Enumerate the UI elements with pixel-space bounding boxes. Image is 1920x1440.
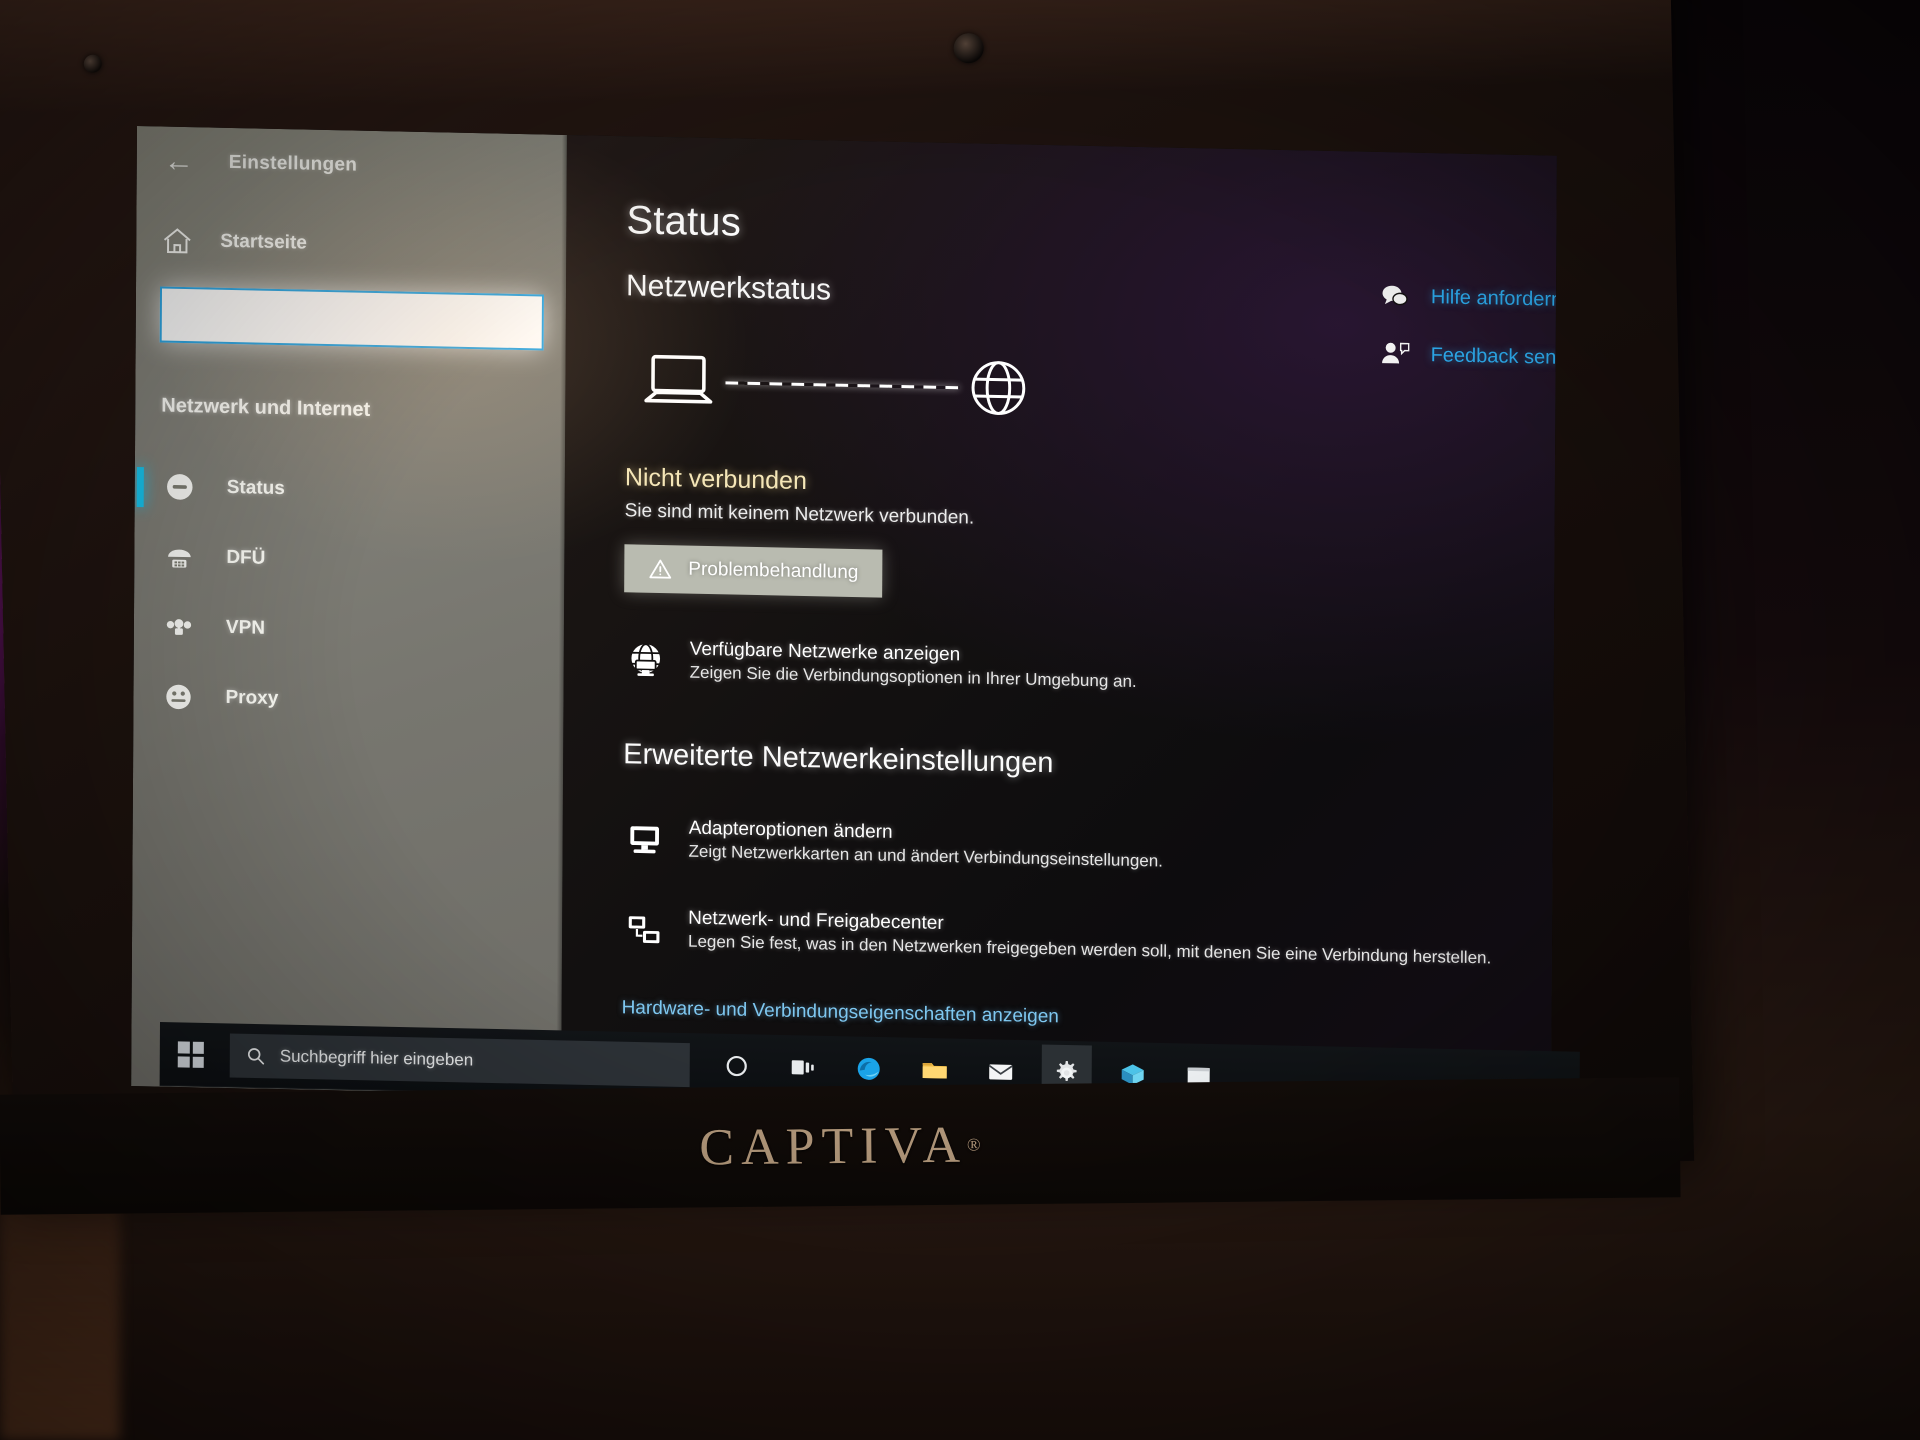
sidebar-item-home[interactable]: Startseite (136, 212, 566, 277)
change-adapter-options-row[interactable]: Adapteroptionen ändern Zeigt Netzwerkkar… (623, 815, 1553, 880)
network-sharing-center-row[interactable]: Netzwerk- und Freigabecenter Legen Sie f… (622, 905, 1552, 970)
dashed-line (725, 380, 960, 389)
sharing-icon (622, 907, 666, 952)
network-sharing-center-desc: Legen Sie fest, was in den Netzwerken fr… (687, 931, 1492, 968)
sidebar-item-vpn-label: VPN (225, 616, 266, 639)
laptop-screen: ← Einstellungen Startseite Netzwerk und … (131, 126, 1557, 1116)
network-diagram (639, 350, 1029, 420)
vpn-icon (162, 610, 196, 645)
sidebar-item-proxy-label: Proxy (225, 686, 279, 710)
sidebar-header: ← Einstellungen (137, 132, 567, 199)
hardware-properties-link[interactable]: Hardware- und Verbindungseigenschaften a… (622, 997, 1552, 1039)
change-adapter-options-title: Adapteroptionen ändern (688, 817, 893, 843)
get-help-label: Hilfe anfordern (1430, 285, 1557, 311)
monitor-icon (623, 817, 667, 862)
globe-icon (967, 356, 1029, 419)
show-available-networks-row[interactable]: Verfügbare Netzwerke anzeigen Zeigen Sie… (624, 636, 1554, 701)
network-sharing-center-title: Netzwerk- und Freigabecenter (688, 907, 944, 934)
network-globe-icon (624, 638, 668, 683)
settings-sidebar: ← Einstellungen Startseite Netzwerk und … (131, 126, 567, 1095)
back-arrow-icon[interactable]: ← (159, 141, 199, 182)
windows-logo-icon (177, 1041, 204, 1068)
send-feedback-label: Feedback senden (1430, 343, 1557, 369)
bezel-sheen (0, 0, 1673, 115)
warning-triangle-icon (648, 557, 672, 582)
taskbar-search-box[interactable]: Suchbegriff hier eingeben (229, 1033, 690, 1088)
device-brand: CAPTIVA ® (0, 1077, 1681, 1215)
device-brand-name: CAPTIVA (699, 1116, 968, 1176)
send-feedback-link[interactable]: Feedback senden (1379, 338, 1557, 374)
page-title: Status (626, 198, 742, 245)
dialup-icon (162, 540, 196, 575)
settings-window: ← Einstellungen Startseite Netzwerk und … (131, 126, 1557, 1116)
app-title: Einstellungen (228, 151, 358, 176)
sidebar-item-home-label: Startseite (220, 230, 307, 254)
feedback-person-icon (1379, 338, 1411, 371)
sidebar-section-title: Netzwerk und Internet (161, 394, 371, 421)
sidebar-item-proxy[interactable]: Proxy (133, 661, 563, 740)
show-available-networks-title: Verfügbare Netzwerke anzeigen (689, 638, 961, 666)
get-help-link[interactable]: Hilfe anfordern (1379, 280, 1557, 316)
status-icon (163, 470, 197, 505)
search-icon (246, 1046, 266, 1066)
sidebar-item-vpn[interactable]: VPN (134, 591, 564, 670)
laptop-icon (639, 350, 717, 414)
sidebar-item-dfu-label: DFÜ (226, 546, 266, 569)
sidebar-item-status[interactable]: Status (135, 451, 565, 530)
sidebar-item-status-label: Status (226, 476, 285, 500)
device-brand-mark: ® (966, 1134, 981, 1155)
advanced-settings-heading: Erweiterte Netzwerkeinstellungen (623, 738, 1054, 780)
taskbar-search-placeholder: Suchbegriff hier eingeben (279, 1046, 474, 1070)
proxy-icon (161, 680, 195, 715)
search-input[interactable] (161, 288, 542, 349)
troubleshoot-button-label: Problembehandlung (688, 558, 859, 584)
sidebar-item-dfu[interactable]: DFÜ (134, 521, 564, 600)
laptop-photo: ← Einstellungen Startseite Netzwerk und … (0, 0, 1920, 1440)
sidebar-search-box[interactable] (159, 286, 544, 351)
troubleshoot-button[interactable]: Problembehandlung (624, 544, 883, 598)
home-icon (160, 224, 194, 259)
help-links: Hilfe anfordern Feedback senden (1379, 280, 1557, 374)
change-adapter-options-desc: Zeigt Netzwerkkarten an und ändert Verbi… (688, 841, 1164, 871)
show-available-networks-desc: Zeigen Sie die Verbindungsoptionen in Ih… (689, 662, 1137, 691)
sidebar-nav-list: Status DFÜ VPN Proxy (133, 451, 565, 740)
chat-help-icon (1379, 280, 1411, 313)
start-button[interactable] (160, 1022, 222, 1087)
settings-content: Status Netzwerkstatus Nicht verbunden Si… (561, 135, 1557, 1116)
